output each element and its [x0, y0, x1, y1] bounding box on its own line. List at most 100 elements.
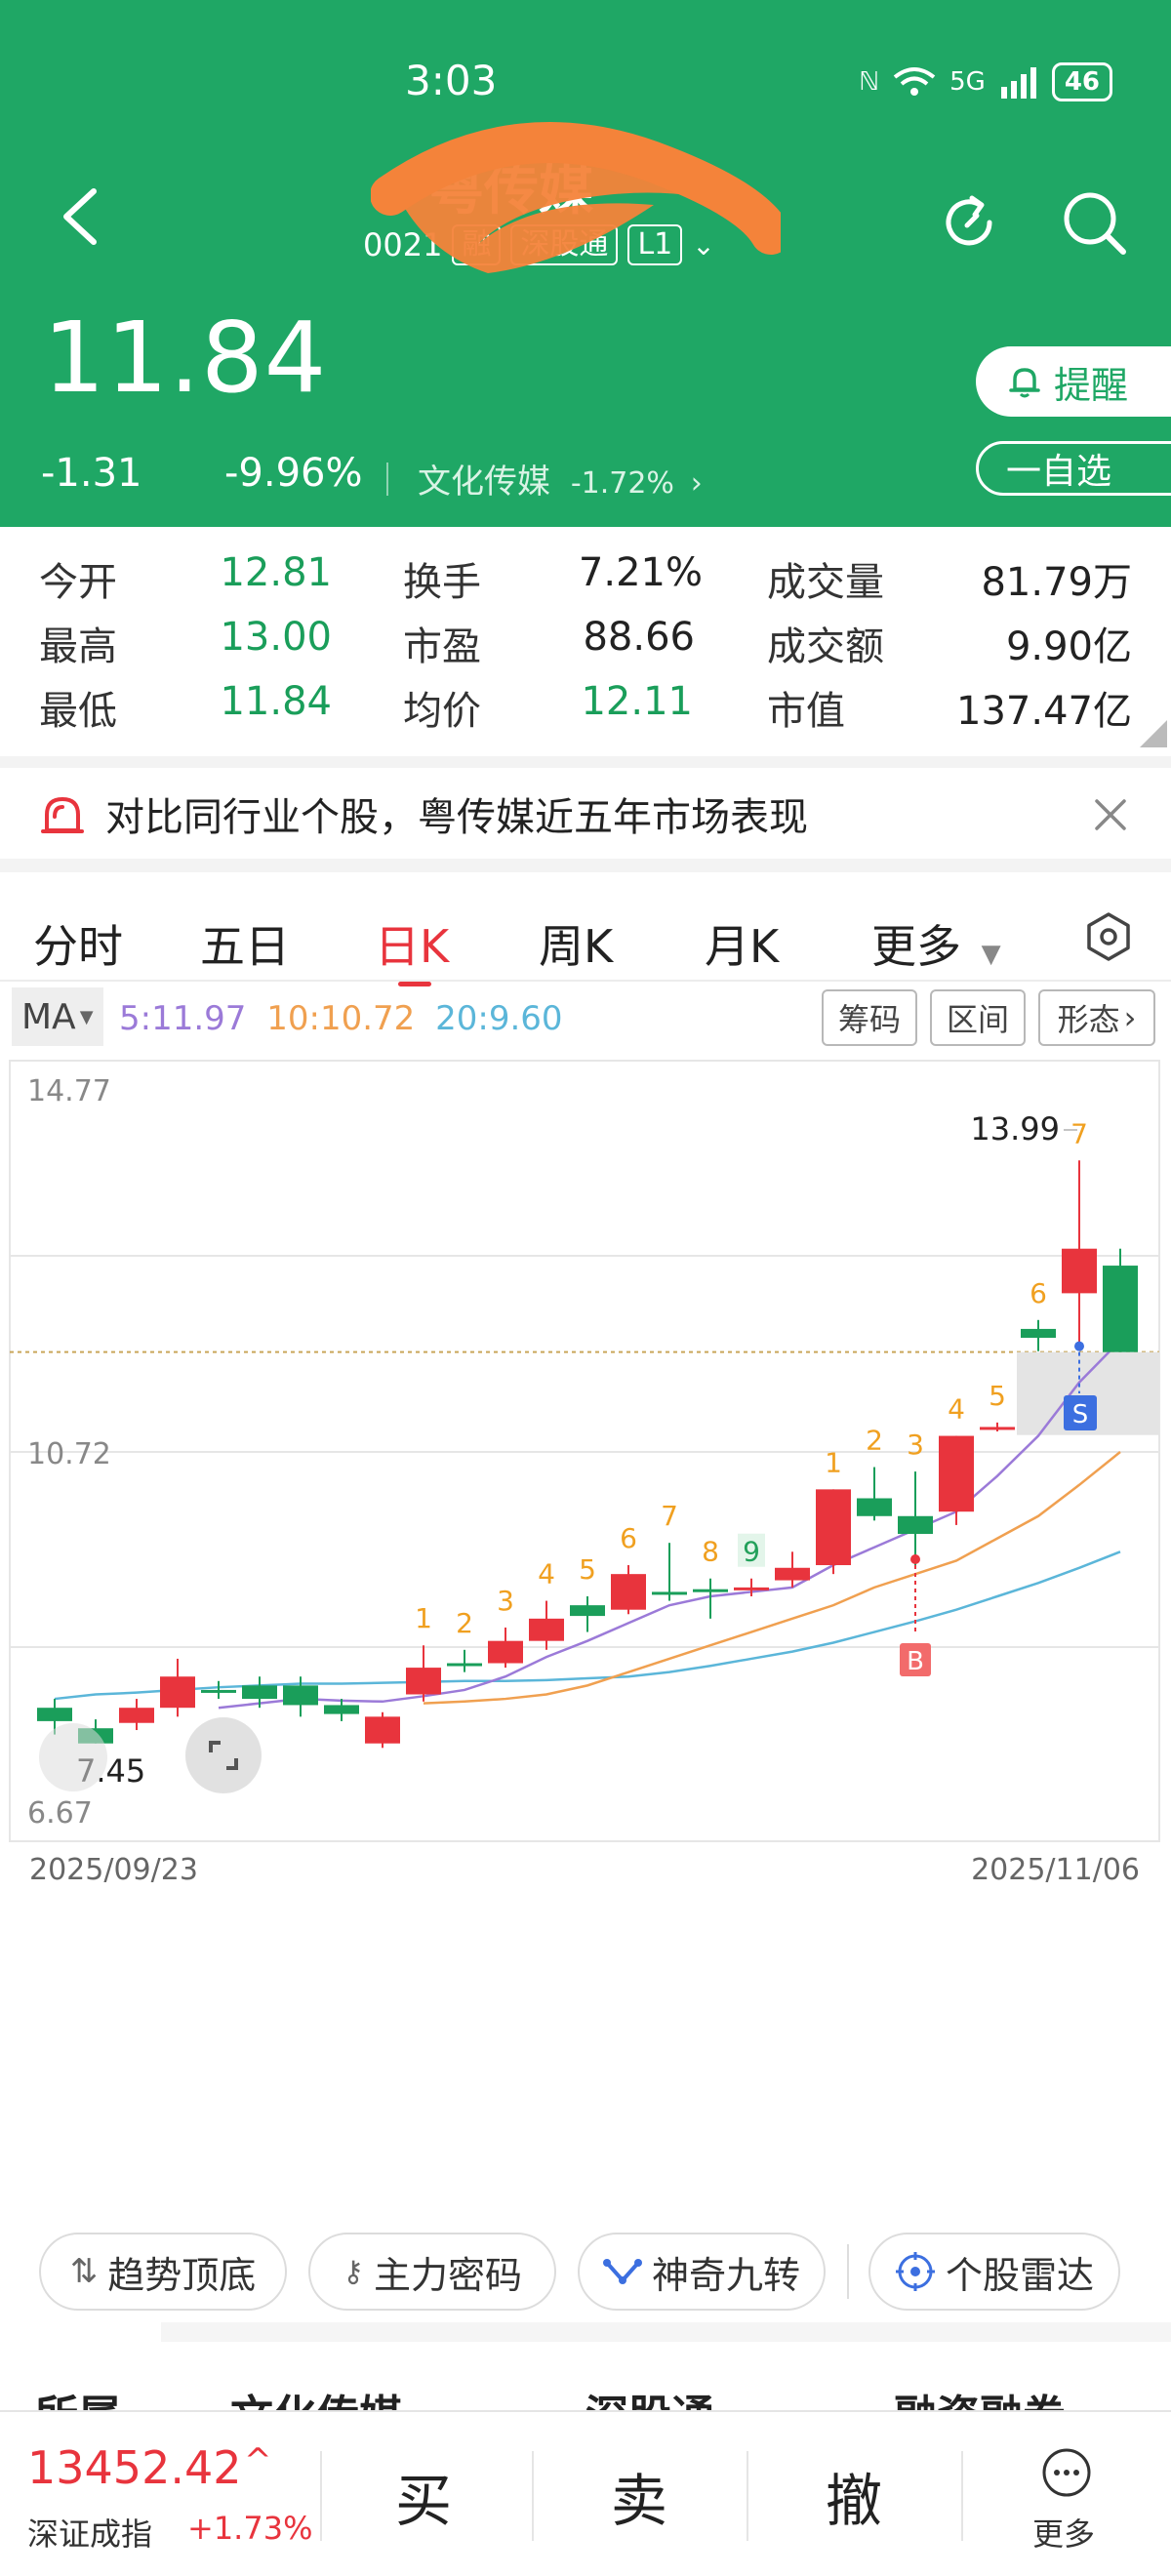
compare-banner[interactable]: 对比同行业个股，粤传媒近五年市场表现	[0, 756, 1171, 859]
tab-more[interactable]: 更多 ▼	[871, 911, 1001, 976]
sector-link[interactable]: 文化传媒 -1.72% ›	[388, 455, 703, 503]
redaction-scribble	[371, 122, 781, 273]
stat-label: 市盈	[403, 624, 481, 669]
candle-body	[898, 1515, 933, 1535]
stat-label: 成交量	[767, 560, 884, 605]
wifi-icon	[893, 67, 936, 96]
more-label: 更多	[1032, 2516, 1096, 2553]
kline-chart[interactable]: 1 234 5678 912 34 567BS14.7710.726.677.4513.9…	[0, 1054, 1171, 1893]
indicator-select[interactable]: MA ▼	[12, 987, 103, 1046]
tab-monthly-k[interactable]: 月K	[705, 911, 779, 976]
capital-label: 主力密码	[373, 2253, 522, 2297]
candle-body	[980, 1427, 1015, 1430]
settings-icon[interactable]	[1083, 911, 1134, 962]
nodes-icon	[602, 2259, 642, 2284]
date-start-label: 2025/09/23	[29, 1853, 198, 1887]
divider	[532, 2451, 534, 2541]
sell-signal-dot	[1074, 1341, 1084, 1351]
candle-body	[447, 1663, 482, 1667]
price-change: -1.31	[41, 451, 142, 496]
back-icon[interactable]	[59, 185, 101, 248]
nine-turn-counter: 1	[825, 1446, 842, 1478]
expand-corner-icon[interactable]	[1140, 720, 1167, 747]
ma20-value: 20:9.60	[435, 999, 563, 1038]
stock-radar-button[interactable]: 个股雷达	[868, 2233, 1120, 2311]
sell-signal-label: S	[1072, 1400, 1089, 1429]
remind-button[interactable]: 提醒	[976, 346, 1171, 417]
tab-intraday[interactable]: 分时	[33, 911, 123, 976]
stat-turnover: 7.21%	[578, 550, 703, 595]
ma-values: 5:11.97 10:10.72 20:9.60	[119, 999, 563, 1038]
period-tabs: 分时 五日 日K 周K 月K 更多 ▼	[0, 859, 1171, 986]
stat-label: 均价	[403, 689, 481, 734]
sector-name: 文化传媒	[418, 463, 550, 502]
stat-pe: 88.66	[583, 615, 695, 660]
category-row: 所属 文化传媒 深股通 融资融券	[0, 2322, 1171, 2410]
candle-body	[857, 1498, 892, 1516]
status-time: 3:03	[405, 57, 498, 104]
range-button[interactable]: 区间	[930, 989, 1026, 1046]
nine-turn-counter: 3	[497, 1585, 514, 1617]
candle-body	[693, 1589, 728, 1592]
divider	[747, 2451, 748, 2541]
magic-nine-button[interactable]: 神奇九转	[578, 2233, 826, 2311]
trend-label: 趋势顶底	[107, 2253, 257, 2297]
candle-body	[611, 1574, 646, 1610]
category-margin[interactable]: 融资融券	[894, 2381, 1066, 2410]
tab-daily-k[interactable]: 日K	[375, 911, 449, 976]
category-culture-media[interactable]: 文化传媒	[230, 2381, 402, 2410]
stat-label: 最低	[39, 689, 117, 734]
nine-turn-counter: 5	[579, 1553, 596, 1586]
y-axis-top: 14.77	[27, 1074, 111, 1108]
nine-turn-counter: 7	[1070, 1117, 1088, 1149]
fullscreen-button[interactable]	[185, 1717, 262, 1793]
index-name: 深证成指	[27, 2516, 153, 2553]
nine-label: 神奇九转	[651, 2253, 800, 2297]
candle-body	[283, 1685, 318, 1706]
category-connect[interactable]: 深股通	[586, 2381, 714, 2410]
divider	[961, 2451, 963, 2541]
nine-turn-counter: 3	[907, 1429, 924, 1461]
capital-code-button[interactable]: ⚷ 主力密码	[308, 2233, 556, 2311]
radar-label: 个股雷达	[945, 2253, 1094, 2297]
signal-icon	[1000, 67, 1036, 99]
nine-turn-counter: 2	[866, 1425, 883, 1457]
network-label: 5G	[949, 67, 986, 97]
pattern-button[interactable]: 形态 ›	[1038, 989, 1155, 1046]
nine-turn-counter: 5	[989, 1380, 1006, 1412]
status-icons: ℕ 5G 46	[859, 62, 1112, 101]
sell-button[interactable]: 卖	[611, 2455, 667, 2537]
app-root: 3:03 ℕ 5G 46 粤传媒 0021 融 深股通 L	[0, 0, 1171, 2576]
tab-five-day[interactable]: 五日	[200, 911, 290, 976]
caret-down-icon: ▼	[79, 1006, 94, 1027]
y-axis-mid: 10.72	[27, 1437, 111, 1471]
close-icon[interactable]	[1093, 797, 1128, 832]
stat-label: 最高	[39, 624, 117, 669]
chart-nav-button[interactable]	[39, 1723, 107, 1791]
nine-turn-counter: 7	[661, 1500, 678, 1532]
chevron-right-icon: ›	[1123, 999, 1137, 1036]
indicator-label: MA	[21, 996, 76, 1037]
active-tab-indicator	[398, 982, 431, 986]
divider	[320, 2451, 322, 2541]
candle-body	[775, 1567, 810, 1581]
search-icon[interactable]	[1059, 187, 1129, 258]
candle-body	[529, 1618, 564, 1641]
watchlist-button[interactable]: 一自选	[976, 441, 1171, 496]
cancel-order-button[interactable]: 撤	[826, 2455, 882, 2537]
y-axis-bottom: 6.67	[27, 1796, 93, 1831]
index-ticker[interactable]: 13452.42 ^ 深证成指 +1.73%	[0, 2412, 320, 2576]
chevron-right-icon: ›	[690, 466, 703, 501]
divider	[847, 2244, 849, 2299]
tab-weekly-k[interactable]: 周K	[539, 911, 613, 976]
bell-icon	[1009, 368, 1040, 398]
tab-more-label: 更多	[871, 920, 961, 973]
trend-top-bottom-button[interactable]: ⇅ 趋势顶底	[39, 2233, 287, 2311]
battery-indicator: 46	[1051, 62, 1112, 101]
sector-change: -1.72%	[570, 466, 674, 501]
buy-button[interactable]: 买	[395, 2455, 452, 2537]
index-value: 13452.42	[27, 2441, 242, 2494]
stat-label: 市值	[767, 689, 845, 734]
refresh-icon[interactable]	[937, 190, 1001, 255]
chip-distribution-button[interactable]: 筹码	[822, 989, 917, 1046]
